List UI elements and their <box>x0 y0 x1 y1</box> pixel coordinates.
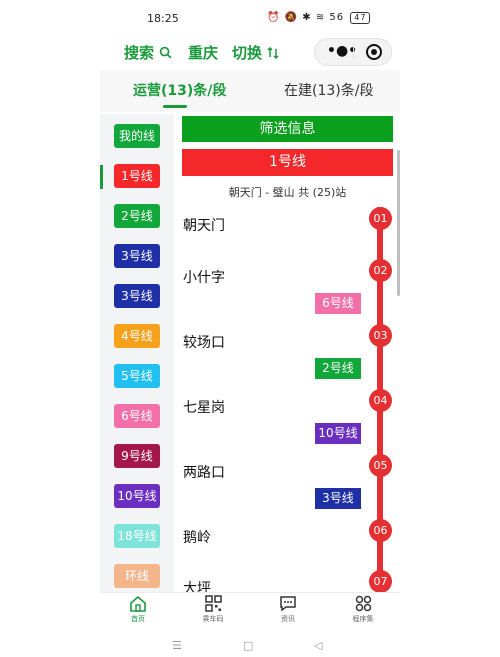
sidebar-item-line-4[interactable]: 4号线 <box>114 324 160 348</box>
tab-under-construction[interactable]: 在建(13)条/段 <box>284 80 373 100</box>
search-label: 搜索 <box>124 44 155 62</box>
station-number-badge: 01 <box>369 207 392 230</box>
status-icon-group: ⏰ 🔕 ✱ ≋ 56 <box>267 12 345 23</box>
battery-icon: 47 <box>350 12 371 24</box>
active-tab-underline <box>163 105 187 108</box>
grid-icon <box>355 595 371 612</box>
sidebar-item-line-5[interactable]: 5号线 <box>114 364 160 388</box>
bottom-tab-programs[interactable]: 程序集 <box>338 595 388 624</box>
sidebar-item-line-2[interactable]: 2号线 <box>114 204 160 228</box>
station-number-badge: 04 <box>369 389 392 412</box>
app-screen: 18:25 ⏰ 🔕 ✱ ≋ 56 47 搜索 重庆 切换 •●• 运营(13)条… <box>100 0 400 657</box>
qr-code-icon <box>204 595 222 612</box>
status-time: 18:25 <box>147 12 179 25</box>
selected-line-indicator <box>100 165 103 189</box>
bottom-tab-label: 资讯 <box>281 615 295 623</box>
mini-program-capsule: •●• <box>314 38 392 66</box>
line-terminals-info: 朝天门 - 璧山 共 (25)站 <box>228 186 347 199</box>
sidebar-item-line-1[interactable]: 1号线 <box>114 164 160 188</box>
menu-icon[interactable]: ☰ <box>172 639 182 652</box>
bottom-tab-bar: 首页 乘车码 资讯 程序集 <box>100 592 400 633</box>
sidebar-item-line-3[interactable]: 3号线 <box>114 244 160 268</box>
close-program-icon[interactable] <box>366 44 382 60</box>
station-name[interactable]: 两路口 <box>183 462 225 482</box>
top-nav: 搜索 重庆 切换 •●• <box>100 38 400 70</box>
station-number-badge: 02 <box>369 259 392 282</box>
switch-city-button[interactable]: 切换 <box>232 42 279 63</box>
transfer-line-badge[interactable]: 6号线 <box>315 293 361 314</box>
scrollbar[interactable] <box>397 150 400 296</box>
transfer-line-badge[interactable]: 2号线 <box>315 358 361 379</box>
station-name[interactable]: 七星岗 <box>183 397 225 417</box>
bottom-tab-ride-code[interactable]: 乘车码 <box>188 595 238 624</box>
sidebar-item-line-6[interactable]: 6号线 <box>114 404 160 428</box>
station-name[interactable]: 鹅岭 <box>183 527 211 547</box>
line-sidebar: 我的线 1号线 2号线 3号线 3号线 4号线 5号线 6号线 9号线 10号线… <box>100 114 174 592</box>
station-name[interactable]: 朝天门 <box>183 215 225 235</box>
city-label[interactable]: 重庆 <box>188 42 218 63</box>
status-bar: 18:25 ⏰ 🔕 ✱ ≋ 56 47 <box>100 0 400 38</box>
station-number-badge: 05 <box>369 454 392 477</box>
bottom-tab-label: 乘车码 <box>202 615 224 623</box>
switch-arrows-icon <box>267 46 279 60</box>
search-icon <box>159 46 172 59</box>
capsule-divider <box>353 45 354 59</box>
home-button-icon[interactable]: □ <box>243 639 253 652</box>
sidebar-item-loop-line[interactable]: 环线 <box>114 564 160 588</box>
line-banner: 1号线 <box>182 149 393 176</box>
transfer-line-badge[interactable]: 10号线 <box>315 423 361 444</box>
bottom-tab-home[interactable]: 首页 <box>113 595 163 624</box>
sidebar-item-my-lines[interactable]: 我的线 <box>114 124 160 148</box>
transfer-line-badge[interactable]: 3号线 <box>315 488 361 509</box>
sidebar-item-line-18[interactable]: 18号线 <box>114 524 160 548</box>
station-name[interactable]: 小什字 <box>183 267 225 287</box>
station-number-badge: 03 <box>369 324 392 347</box>
system-navigation-bar: ☰ □ ◁ <box>100 633 400 657</box>
bottom-tab-news[interactable]: 资讯 <box>263 595 313 624</box>
search-button[interactable]: 搜索 <box>124 42 172 63</box>
switch-label: 切换 <box>232 44 263 62</box>
station-number-badge: 07 <box>369 570 392 593</box>
filter-button[interactable]: 筛选信息 <box>182 116 393 142</box>
bottom-tab-label: 程序集 <box>352 615 374 623</box>
tab-operating[interactable]: 运营(13)条/段 <box>133 80 226 100</box>
back-icon[interactable]: ◁ <box>314 639 322 652</box>
home-icon <box>130 595 146 612</box>
station-number-badge: 06 <box>369 519 392 542</box>
status-tabs: 运营(13)条/段 在建(13)条/段 <box>100 70 400 112</box>
sidebar-item-line-3-branch[interactable]: 3号线 <box>114 284 160 308</box>
message-icon <box>280 596 296 612</box>
sidebar-item-line-10[interactable]: 10号线 <box>114 484 160 508</box>
status-icons: ⏰ 🔕 ✱ ≋ 56 47 <box>267 12 371 24</box>
station-name[interactable]: 较场口 <box>183 332 225 352</box>
sidebar-item-line-9[interactable]: 9号线 <box>114 444 160 468</box>
bottom-tab-label: 首页 <box>131 615 145 623</box>
